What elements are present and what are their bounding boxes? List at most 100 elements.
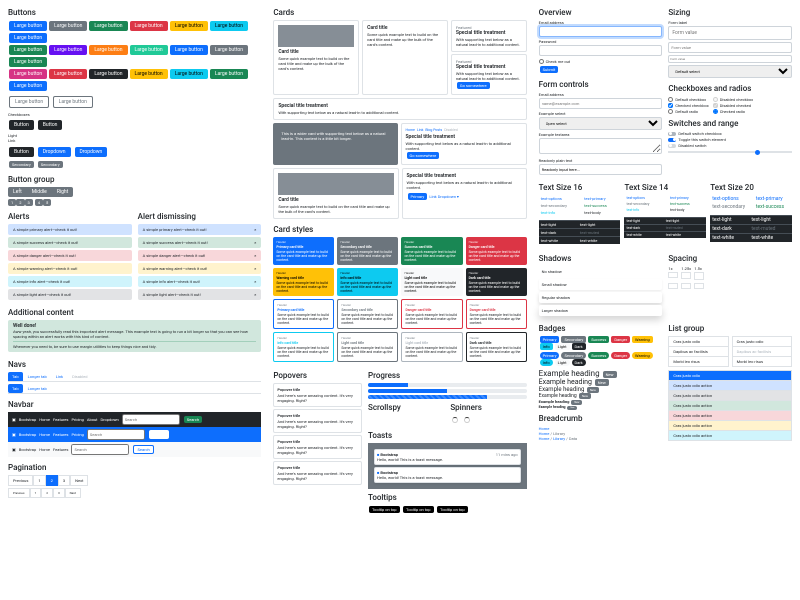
btn-group-item[interactable]: 4 (35, 199, 43, 206)
nav-link[interactable]: Pricing (71, 432, 83, 437)
btn-group-item[interactable]: 2 (16, 199, 24, 206)
large-button[interactable]: Large button (49, 45, 87, 55)
outline-button[interactable]: Large button (53, 96, 93, 108)
large-button[interactable]: Large button (130, 45, 168, 55)
small-button[interactable]: Secondary (9, 161, 34, 168)
list-item-info[interactable]: Cras justo odio action (668, 430, 792, 441)
radio[interactable] (668, 109, 673, 114)
list-item[interactable]: Morbi leo risus (732, 356, 792, 367)
large-button[interactable]: Large button (210, 69, 248, 79)
textarea-field[interactable] (539, 138, 663, 154)
large-button[interactable]: Large button (9, 57, 47, 67)
go-button[interactable]: Go somewhere (457, 82, 490, 89)
btn-group-right[interactable]: Right (52, 187, 74, 197)
bc-link[interactable]: Home (539, 436, 550, 441)
checkbox[interactable] (668, 103, 673, 108)
card-link[interactable]: Link (417, 128, 423, 132)
large-button[interactable]: Large button (89, 69, 127, 79)
large-button[interactable]: Large button (89, 21, 127, 31)
large-button[interactable]: Large button (9, 33, 47, 43)
checkbox[interactable] (668, 97, 673, 102)
navbar-brand[interactable]: Bootstrap (19, 432, 36, 437)
page-num[interactable]: 1 (33, 475, 45, 486)
nav-pill[interactable]: Tab (8, 384, 23, 393)
submit-button[interactable]: Submit (540, 66, 559, 73)
bc-link[interactable]: Library (553, 436, 565, 441)
nav-link[interactable]: Home (39, 417, 50, 422)
nav-link[interactable]: Pricing (71, 417, 83, 422)
large-button[interactable]: Large button (9, 45, 47, 55)
close-icon[interactable]: × (254, 240, 256, 245)
large-button[interactable]: Large button (89, 45, 127, 55)
large-button[interactable]: Large button (130, 69, 168, 79)
check-me[interactable] (539, 59, 544, 64)
outline-button[interactable]: Large button (9, 96, 49, 108)
page-num[interactable]: 3 (58, 475, 70, 486)
primary-button[interactable]: Primary (408, 193, 428, 200)
toolbar-button[interactable]: Dropdown (75, 147, 108, 157)
btn-group-item[interactable]: 1 (8, 199, 16, 206)
email-input[interactable] (539, 26, 663, 37)
nav-link[interactable]: Home (39, 447, 50, 452)
close-icon[interactable]: × (254, 266, 256, 271)
page-prev[interactable]: Previous (8, 475, 33, 486)
password-input[interactable] (539, 45, 663, 56)
small-button[interactable]: Secondary (38, 161, 63, 168)
navbar-search[interactable] (87, 429, 145, 440)
large-button[interactable]: Large button (9, 81, 47, 91)
switch-on[interactable] (668, 138, 676, 142)
nav-link[interactable]: Features (53, 447, 68, 452)
nav-tab[interactable]: Tab (8, 372, 23, 381)
search-button[interactable]: Search (184, 416, 202, 423)
input-md[interactable] (668, 42, 792, 53)
range-slider[interactable] (668, 151, 792, 153)
nav-tab[interactable]: Longer tab (24, 372, 51, 381)
page-next[interactable]: Next (65, 488, 81, 498)
dark-button[interactable]: Button (38, 120, 63, 130)
nav-link[interactable]: About (87, 417, 98, 422)
link[interactable]: Link (429, 194, 436, 199)
toolbar-button[interactable]: Button (9, 147, 34, 157)
large-button[interactable]: Large button (210, 21, 248, 31)
nav-link[interactable]: Features (53, 432, 68, 437)
close-icon[interactable]: × (254, 253, 256, 258)
btn-group-middle[interactable]: Middle (27, 187, 52, 197)
page-num[interactable]: 2 (41, 488, 53, 498)
btn-group-item[interactable]: 3 (25, 199, 33, 206)
select-sizing[interactable]: Default select (668, 65, 792, 78)
large-button[interactable]: Large button (130, 21, 168, 31)
dark-button[interactable]: Button (9, 120, 34, 130)
large-button[interactable]: Large button (49, 21, 87, 31)
large-button[interactable]: Large button (170, 21, 208, 31)
page-num[interactable]: 1 (30, 488, 42, 498)
btn-group-left[interactable]: Left (8, 187, 27, 197)
list-item[interactable]: Morbi leo risus (668, 356, 728, 367)
card-link[interactable]: Home (406, 128, 415, 132)
nav-tab[interactable]: Link (52, 372, 67, 381)
page-num[interactable]: 3 (53, 488, 65, 498)
toolbar-button[interactable]: Dropdown (38, 147, 71, 157)
nav-link[interactable]: Dropdown (101, 417, 119, 422)
email-input[interactable] (539, 98, 663, 109)
select-field[interactable]: Open select (539, 117, 663, 130)
navbar-brand[interactable]: Bootstrap (19, 417, 36, 422)
search-button[interactable]: Search (149, 430, 169, 439)
link[interactable]: Dropdown ▾ (438, 194, 459, 199)
page-prev[interactable]: Previous (8, 488, 30, 498)
close-icon[interactable]: × (254, 279, 256, 284)
go-button[interactable]: Go somewhere (407, 152, 440, 159)
large-button[interactable]: Large button (170, 45, 208, 55)
nav-pill[interactable]: Longer tab (24, 384, 51, 393)
radio[interactable] (713, 109, 718, 114)
large-button[interactable]: Large button (170, 69, 208, 79)
navbar-brand[interactable]: Bootstrap (19, 447, 36, 452)
input-lg[interactable] (668, 26, 792, 40)
switch-off[interactable] (668, 132, 676, 136)
btn-group-item[interactable]: 5 (43, 199, 51, 206)
card-link[interactable]: Blog Posts (425, 128, 442, 132)
search-button[interactable]: Search (133, 445, 153, 454)
page-next[interactable]: Next (70, 475, 88, 486)
input-sm[interactable] (668, 55, 792, 63)
page-num-active[interactable]: 2 (46, 475, 58, 486)
large-button[interactable]: Large button (49, 69, 87, 79)
